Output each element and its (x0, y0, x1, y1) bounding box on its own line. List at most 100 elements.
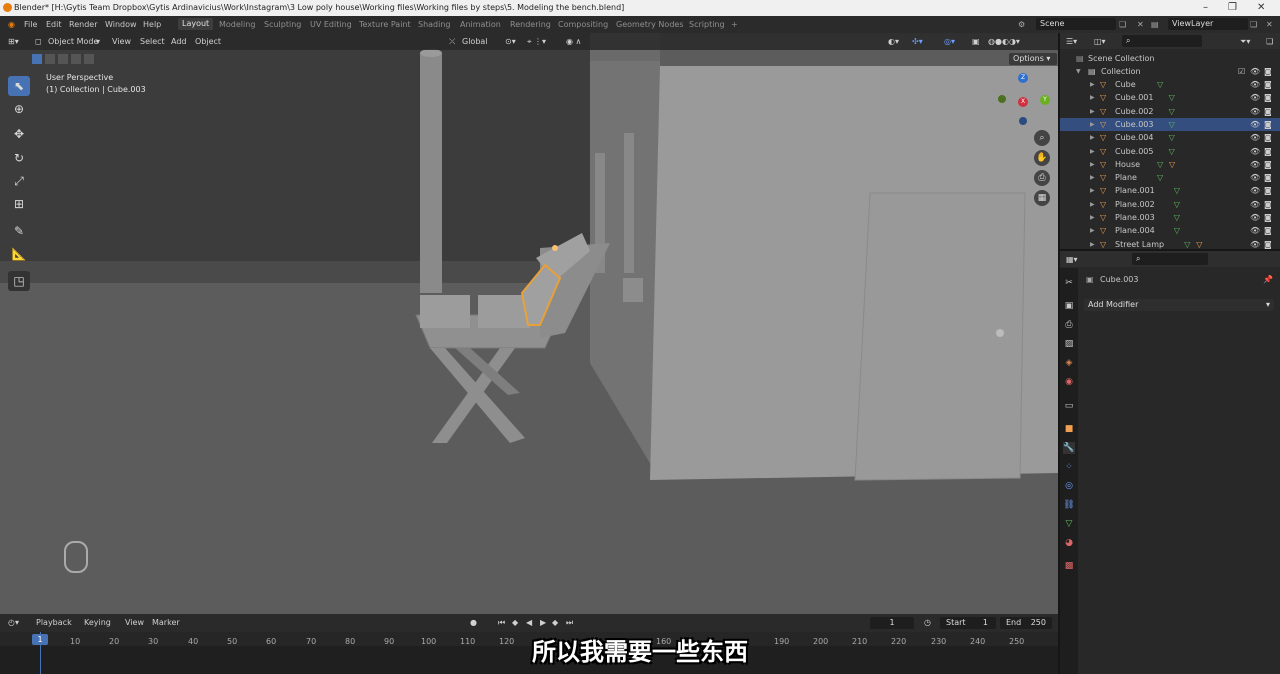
new-collection-icon[interactable]: ❏ (1266, 37, 1273, 46)
output-tab-icon[interactable]: ⎙ (1063, 319, 1075, 331)
expand-arrow-icon[interactable]: ▶ (1090, 91, 1095, 104)
move-tool-icon[interactable]: ✥ (8, 124, 30, 144)
camera-icon[interactable]: ◙ (1264, 131, 1272, 144)
mesh-data-icon[interactable]: ▽ (1157, 158, 1163, 171)
outliner-item[interactable]: ▶ ▽ Plane.004 ▽ 👁 ◙ (1060, 224, 1280, 237)
scene-tab-icon[interactable]: ◈ (1063, 357, 1075, 369)
menu-add[interactable]: Add (171, 37, 187, 46)
tab-sculpting[interactable]: Sculpting (264, 20, 301, 29)
menu-window[interactable]: Window (105, 20, 137, 29)
eye-icon[interactable]: 👁 (1250, 131, 1260, 144)
checkbox-icon[interactable]: ☑ (1238, 65, 1245, 78)
select-intersect-icon[interactable] (84, 54, 94, 64)
preview-range-icon[interactable]: ◷ (924, 618, 931, 627)
tab-uv-editing[interactable]: UV Editing (310, 20, 352, 29)
camera-icon[interactable]: ◙ (1264, 105, 1272, 118)
eye-icon[interactable]: 👁 (1250, 91, 1260, 104)
delete-view-layer-icon[interactable]: ✕ (1266, 20, 1273, 29)
delete-scene-icon[interactable]: ✕ (1137, 20, 1144, 29)
proportional-edit-icon[interactable]: ◉ ∧ (566, 37, 581, 46)
eye-icon[interactable]: 👁 (1250, 105, 1260, 118)
eye-icon[interactable]: 👁 (1250, 224, 1260, 237)
outliner-item[interactable]: ▶ ▽ Plane.001 ▽ 👁 ◙ (1060, 184, 1280, 197)
jump-start-icon[interactable]: ⏮ (498, 618, 505, 628)
camera-icon[interactable]: ◙ (1264, 78, 1272, 91)
menu-help[interactable]: Help (143, 20, 161, 29)
mesh-data-icon[interactable]: ▽ (1169, 145, 1175, 158)
properties-search-input[interactable]: ⌕ (1132, 253, 1208, 265)
camera-icon[interactable]: ◙ (1264, 91, 1272, 104)
mesh-data-icon[interactable]: ▽ (1174, 184, 1180, 197)
tool-tab-icon[interactable]: ✂ (1063, 277, 1075, 289)
end-frame-field[interactable]: End 250 (1000, 617, 1052, 629)
outliner-item[interactable]: ▶ ▽ Plane ▽ 👁 ◙ (1060, 171, 1280, 184)
mesh-data-icon[interactable]: ▽ (1169, 118, 1175, 131)
rotate-tool-icon[interactable]: ↻ (8, 148, 30, 168)
eye-icon[interactable]: 👁 (1250, 158, 1260, 171)
editor-type-icon[interactable]: ⊞▾ (8, 37, 19, 46)
jump-end-icon[interactable]: ⏭ (566, 618, 573, 628)
play-reverse-icon[interactable]: ◀ (526, 618, 532, 627)
tab-shading[interactable]: Shading (418, 20, 451, 29)
outliner-item[interactable]: ▶ ▽ Cube.002 ▽ 👁 ◙ (1060, 105, 1280, 118)
select-new-icon[interactable] (32, 54, 42, 64)
tab-geometry-nodes[interactable]: Geometry Nodes (616, 20, 683, 29)
outliner-item[interactable]: ▶ ▽ Cube.005 ▽ 👁 ◙ (1060, 145, 1280, 158)
prev-keyframe-icon[interactable]: ◆ (512, 618, 518, 627)
eye-icon[interactable]: 👁 (1250, 171, 1260, 184)
view-layer-tab-icon[interactable]: ▨ (1063, 338, 1075, 350)
transform-orientation-dropdown[interactable]: Global (462, 37, 488, 46)
play-icon[interactable]: ▶ (540, 618, 546, 627)
expand-arrow-icon[interactable]: ▶ (1090, 184, 1095, 197)
camera-icon[interactable]: ◙ (1264, 211, 1272, 224)
menu-timeline-view[interactable]: View (125, 618, 144, 627)
next-keyframe-icon[interactable]: ◆ (552, 618, 558, 627)
menu-object[interactable]: Object (195, 37, 221, 46)
new-scene-icon[interactable]: ❏ (1119, 20, 1126, 29)
annotate-tool-icon[interactable]: ✎ (8, 221, 30, 241)
mesh-data-icon[interactable]: ▽ (1169, 131, 1175, 144)
menu-select[interactable]: Select (140, 37, 165, 46)
texture-tab-icon[interactable]: ▩ (1063, 560, 1075, 572)
menu-edit[interactable]: Edit (46, 20, 62, 29)
camera-view-icon[interactable]: ⎙ (1034, 170, 1050, 186)
maximize-button[interactable]: ❐ (1228, 2, 1237, 13)
eye-icon[interactable]: 👁 (1250, 118, 1260, 131)
object-mode-dropdown[interactable]: Object Mode (48, 37, 98, 46)
expand-arrow-icon[interactable]: ▼ (1076, 65, 1081, 78)
scene-selector[interactable]: Scene (1036, 18, 1116, 30)
outliner-item[interactable]: ▶ ▽ Cube.004 ▽ 👁 ◙ (1060, 131, 1280, 144)
eye-icon[interactable]: 👁 (1250, 65, 1260, 78)
display-mode-icon[interactable]: ◫▾ (1094, 37, 1106, 46)
camera-icon[interactable]: ◙ (1264, 158, 1272, 171)
material-tab-icon[interactable]: ◕ (1063, 537, 1075, 549)
playhead-frame[interactable]: 1 (32, 634, 48, 645)
data-tab-icon[interactable]: ▽ (1063, 518, 1075, 530)
tab-animation[interactable]: Animation (460, 20, 501, 29)
cursor-tool-icon[interactable]: ⊕ (8, 99, 30, 119)
expand-arrow-icon[interactable]: ▶ (1090, 118, 1095, 131)
mesh-data-icon[interactable]: ▽ (1174, 211, 1180, 224)
x-axis-handle[interactable]: X (1018, 97, 1028, 107)
expand-arrow-icon[interactable]: ▶ (1090, 105, 1095, 118)
minimize-button[interactable]: – (1203, 2, 1208, 13)
outliner-scene-collection[interactable]: ▤ Scene Collection (1060, 52, 1280, 65)
mesh-data-icon[interactable]: ▽ (1157, 78, 1163, 91)
snap-icon[interactable]: ⌖ ⋮▾ (527, 37, 546, 47)
outliner-search-input[interactable]: ⌕ (1122, 35, 1202, 47)
select-invert-icon[interactable] (71, 54, 81, 64)
blender-menu-icon[interactable]: ◉ (8, 20, 15, 29)
outliner-editor-icon[interactable]: ☰▾ (1066, 37, 1077, 46)
outliner-collection[interactable]: ▼ ▤ Collection ☑ 👁 ◙ (1060, 65, 1280, 78)
eye-icon[interactable]: 👁 (1250, 78, 1260, 91)
tab-compositing[interactable]: Compositing (558, 20, 608, 29)
collection-tab-icon[interactable]: ▭ (1063, 400, 1075, 412)
current-frame-field[interactable]: 1 (870, 617, 914, 629)
neg-z-axis-handle[interactable] (1019, 117, 1027, 125)
perspective-grid-icon[interactable]: ▦ (1034, 190, 1050, 206)
mesh-data-icon[interactable]: ▽ (1174, 198, 1180, 211)
tab-modeling[interactable]: Modeling (219, 20, 255, 29)
menu-render[interactable]: Render (69, 20, 97, 29)
timeline-editor-icon[interactable]: ◴▾ (8, 618, 19, 627)
mesh-data-icon[interactable]: ▽ (1169, 105, 1175, 118)
